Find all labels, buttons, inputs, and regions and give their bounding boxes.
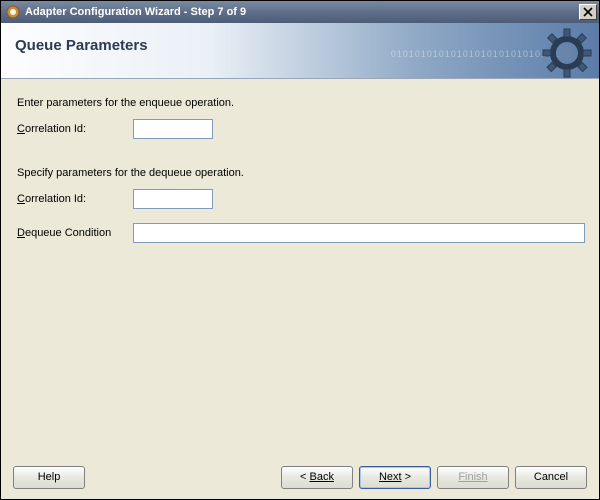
back-button[interactable]: < Back <box>281 466 353 489</box>
finish-button: Finish <box>437 466 509 489</box>
page-title: Queue Parameters <box>15 37 148 54</box>
enqueue-instruction: Enter parameters for the enqueue operati… <box>17 97 585 109</box>
dequeue-instruction: Specify parameters for the dequeue opera… <box>17 167 585 179</box>
dequeue-correlation-label: Correlation Id: <box>15 193 133 205</box>
gear-icon <box>541 27 593 79</box>
wizard-header: Queue Parameters 01010101010101010101010… <box>1 23 599 79</box>
app-icon <box>5 4 21 20</box>
titlebar: Adapter Configuration Wizard - Step 7 of… <box>1 1 599 23</box>
header-decoration: 0101010101010101010101010101 <box>391 49 559 59</box>
help-button[interactable]: Help <box>13 466 85 489</box>
wizard-content: Enter parameters for the enqueue operati… <box>1 79 599 455</box>
enqueue-correlation-input[interactable] <box>133 119 213 139</box>
dequeue-condition-input[interactable] <box>133 223 585 243</box>
dequeue-correlation-row: Correlation Id: <box>15 189 585 209</box>
dequeue-condition-row: Dequeue Condition <box>15 223 585 243</box>
dequeue-condition-label: Dequeue Condition <box>15 227 133 239</box>
cancel-button[interactable]: Cancel <box>515 466 587 489</box>
next-button[interactable]: Next > <box>359 466 431 489</box>
enqueue-correlation-label: Correlation Id: <box>15 123 133 135</box>
wizard-footer: Help < Back Next > Finish Cancel <box>1 455 599 499</box>
close-button[interactable] <box>579 4 597 20</box>
window-title: Adapter Configuration Wizard - Step 7 of… <box>25 6 579 18</box>
enqueue-correlation-row: Correlation Id: <box>15 119 585 139</box>
dequeue-correlation-input[interactable] <box>133 189 213 209</box>
